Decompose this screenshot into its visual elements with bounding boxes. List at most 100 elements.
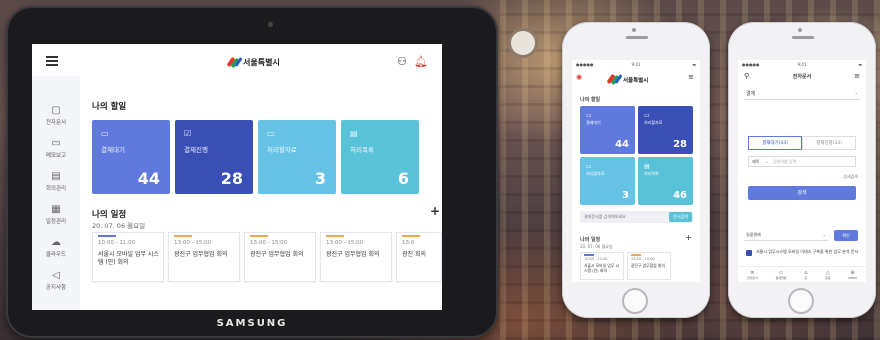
schedule-title-text: 서울시 모바일 업무 시스템 (안) 회의: [98, 251, 159, 266]
schedule-time: 13:0: [402, 240, 415, 246]
add-schedule-plus-icon[interactable]: +: [430, 204, 440, 218]
seoul-logo: 서울특별시: [226, 56, 280, 69]
schedule-color-bar: [250, 235, 268, 237]
tablet-camera: [268, 22, 273, 27]
task-card-process-list[interactable]: ▤ 처리목록 46: [638, 157, 693, 205]
megaphone-icon: ◁: [52, 270, 60, 281]
card-label: 처리목록: [350, 146, 374, 154]
search-field[interactable]: 제목 ⌄ 검색어를 입력: [748, 156, 856, 167]
card-label: 처리목록: [644, 171, 659, 176]
bell-icon[interactable]: ◉: [576, 73, 582, 81]
schedule-title-text: 광진구 업무협업 회의: [250, 251, 304, 258]
list-icon: ▤: [350, 129, 358, 138]
schedule-time: 10:00 - 11:00: [98, 240, 136, 246]
chevron-down-icon: ⌄: [854, 90, 858, 95]
seoul-logo: 서울특별시: [606, 73, 648, 86]
phone-home-button[interactable]: [622, 288, 648, 314]
schedule-title-text: 광진구 업무협업 회의: [326, 251, 380, 258]
nav-status[interactable]: ▭ 결재현황: [776, 270, 787, 280]
card-label: 결재진행: [184, 146, 208, 154]
status-bar: ●●●●● 9:41 ▬: [576, 62, 696, 67]
task-card-pending-data[interactable]: ▭ 처리할자료 28: [638, 106, 693, 154]
folder-icon: ▭: [586, 112, 592, 119]
users-icon[interactable]: ⚇: [397, 55, 407, 68]
schedule-time: 13:00 - 15:00: [174, 240, 212, 246]
schedule-card[interactable]: 10:00 - 11:00 서울시 모바일 업무 시스템 (안) 회의: [580, 252, 624, 280]
schedule-card[interactable]: 13:00 - 15:00 광진구 업무협업 회의: [168, 232, 240, 282]
schedule-title: 나의 일정: [92, 210, 127, 220]
phone-speaker: [792, 36, 814, 39]
card-count: 28: [220, 169, 243, 188]
chevron-down-icon: ⌄: [765, 159, 769, 164]
sidebar-item-schedule[interactable]: ▦ 일정관리: [32, 204, 80, 226]
sidebar-item-meeting[interactable]: ▤ 회의관리: [32, 172, 80, 193]
calendar-icon: ▦: [51, 204, 61, 215]
schedule-time: 10:00 - 11:00: [584, 257, 608, 261]
sort-dropdown[interactable]: 일괄결재 ⌄: [744, 230, 828, 241]
phone-speaker: [626, 36, 648, 39]
document-title[interactable]: 서울시 업무시스템 모바일 이데스 구축을 위한 업무 분석 문서: [756, 249, 860, 254]
task-card-process-list[interactable]: ▤ 처리목록 6: [341, 120, 419, 194]
schedule-color-bar: [584, 254, 594, 256]
nav-documents[interactable]: ≡ 전자문서: [747, 270, 758, 280]
nav-menu[interactable]: ⊕ MENU: [848, 270, 857, 280]
card-label: 결재대기: [586, 120, 601, 125]
schedule-date: 20. 07. 06 월요일: [580, 244, 613, 249]
card-label: 결재대기: [101, 146, 125, 154]
schedule-title-text: 광진 회의: [402, 251, 426, 258]
search-button[interactable]: 검색: [748, 186, 856, 200]
cloud-icon: ☁: [51, 237, 61, 248]
task-card-pending-data-2[interactable]: ▭ 처리할자료 3: [580, 157, 635, 205]
nav-label: MENU: [848, 275, 858, 280]
schedule-card[interactable]: 13:00 - 15:00 광진구 업무협업 회의: [627, 252, 671, 280]
filter-dropdown[interactable]: 결재 ⌄: [744, 88, 860, 100]
schedule-card[interactable]: 10:00 - 11:00 서울시 모바일 업무 시스템 (안) 회의: [92, 232, 164, 282]
tasks-title: 나의 할일: [92, 102, 127, 112]
schedule-card[interactable]: 13:00 - 15:00 광진구 업무협업 회의: [320, 232, 392, 282]
nav-home[interactable]: ⌂ 홈: [804, 270, 807, 280]
hamburger-menu-icon[interactable]: ≡: [854, 72, 860, 80]
card-label: 처리할자료: [586, 171, 605, 176]
folder-icon: ▭: [586, 163, 592, 170]
folder-icon: ▭: [644, 112, 650, 119]
sidebar-item-memo[interactable]: ▭ 메모보고: [32, 139, 80, 160]
detail-search-link[interactable]: 상세검색: [843, 174, 858, 180]
sidebar-item-cloud[interactable]: ☁ 클라우드: [32, 237, 80, 259]
add-schedule-plus-icon[interactable]: +: [685, 233, 692, 242]
page-title: 전자문서: [792, 74, 812, 80]
task-card-approval-progress[interactable]: ☑ 결재진행 28: [175, 120, 253, 194]
phone-home-button[interactable]: [788, 288, 814, 314]
hamburger-menu-icon[interactable]: [46, 56, 58, 68]
tablet-header: 서울특별시 ⚇ 🔔︎: [32, 44, 442, 78]
sort-value: 일괄결재: [746, 232, 761, 237]
card-count: 3: [622, 190, 629, 201]
tablet-sidebar: ▢ 전자문서 ▭ 메모보고 ▤ 회의관리 ▦ 일정관리 ☁ 클라우드 ◁ 공지사…: [32, 76, 80, 310]
tablet-screen: 서울특별시 ⚇ 🔔︎ ▢ 전자문서 ▭ 메모보고 ▤ 회의관리 ▦ 일정관리 ☁…: [32, 44, 442, 310]
nav-alerts[interactable]: △ 알림: [825, 270, 831, 280]
sidebar-label: 클라우드: [45, 252, 67, 258]
task-card-approval-wait[interactable]: ▭ 결재대기 44: [580, 106, 635, 154]
hamburger-menu-icon[interactable]: ≡: [688, 73, 694, 81]
confirm-button[interactable]: 확인: [834, 230, 858, 241]
logo-text: 서울특별시: [243, 58, 280, 67]
task-card-approval-wait[interactable]: ▭ 결재대기 44: [92, 120, 170, 194]
schedule-card[interactable]: 13:0 광진 회의: [396, 232, 442, 282]
schedule-card[interactable]: 13:00 - 15:00 광진구 업무협업 회의: [244, 232, 316, 282]
bell-icon[interactable]: 🔔︎: [414, 55, 428, 68]
sidebar-item-document[interactable]: ▢ 전자문서: [32, 106, 80, 127]
list-icon: ▤: [644, 163, 650, 170]
tab-approval-wait[interactable]: 결재대기(43): [748, 136, 802, 150]
card-label: 처리할자료: [267, 146, 297, 154]
document-checkbox[interactable]: [746, 250, 752, 256]
filter-value: 결재: [746, 91, 756, 97]
schedule-title-text: 광진구 업무협업 회의: [631, 263, 665, 268]
document-search-bar[interactable]: 결재문서를 검색해보세요 문서검색: [580, 211, 693, 223]
seoul-logo-icon: [606, 73, 623, 86]
tab-approval-progress[interactable]: 결재진행(33): [802, 136, 856, 150]
tablet-device: 서울특별시 ⚇ 🔔︎ ▢ 전자문서 ▭ 메모보고 ▤ 회의관리 ▦ 일정관리 ☁…: [6, 6, 498, 338]
task-card-pending-data[interactable]: ▭ 처리할자료 3: [258, 120, 336, 194]
sidebar-item-notice[interactable]: ◁ 공지사항: [32, 270, 80, 292]
document-search-button[interactable]: 문서검색: [669, 212, 692, 222]
nav-label: 결재현황: [775, 275, 787, 280]
nav-label: 전자문서: [746, 275, 758, 280]
